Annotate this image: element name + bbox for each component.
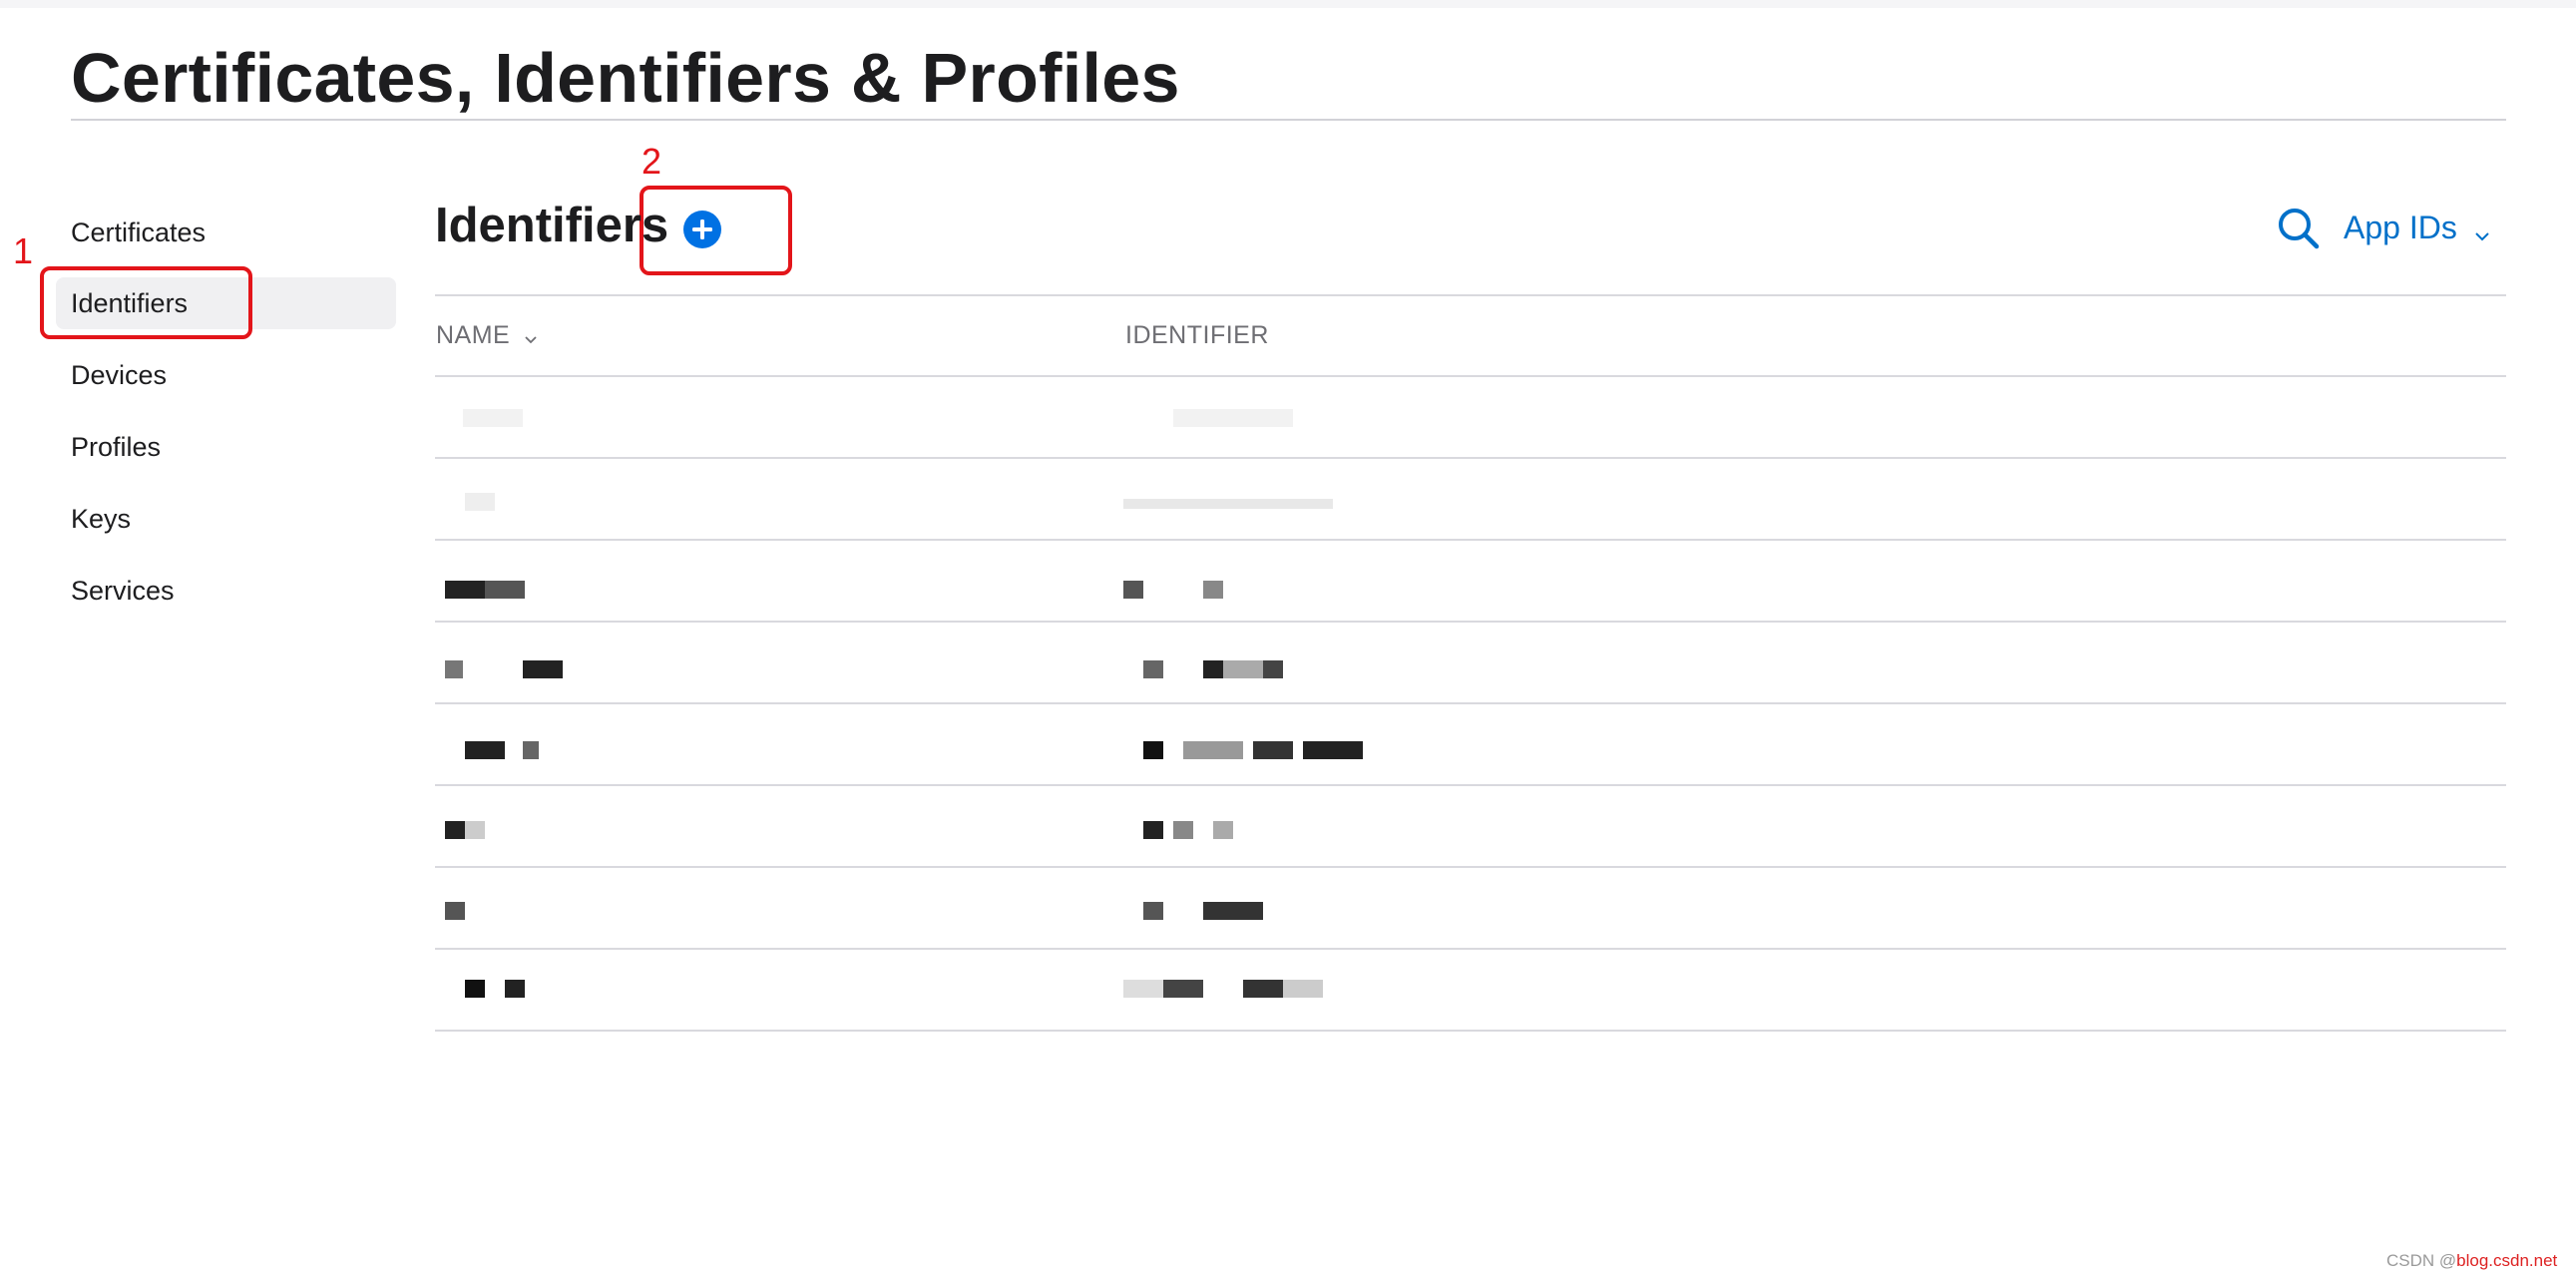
app-ids-filter-dropdown[interactable]: App IDs xyxy=(2344,206,2490,249)
redacted-identifier-cell xyxy=(1123,623,2021,702)
title-divider xyxy=(71,119,2506,121)
redacted-name-cell xyxy=(435,950,1113,1030)
sidebar-item-devices[interactable]: Devices xyxy=(56,349,396,401)
redacted-name-cell xyxy=(435,704,1113,784)
annotation-number-1: 1 xyxy=(13,230,34,271)
sidebar-item-label: Profiles xyxy=(71,432,162,462)
redacted-identifier-cell xyxy=(1123,541,2021,621)
redacted-identifier-cell xyxy=(1123,459,2021,539)
sidebar-item-label: Keys xyxy=(71,504,132,534)
sidebar-item-certificates[interactable]: Certificates xyxy=(56,207,396,258)
column-header-label: IDENTIFIER xyxy=(1125,321,1269,349)
redacted-name-cell xyxy=(435,623,1113,702)
search-icon xyxy=(2279,209,2320,249)
section-title: Identifiers xyxy=(435,199,669,252)
header-divider xyxy=(435,294,2506,296)
redacted-identifier-cell xyxy=(1123,786,2021,866)
sidebar-item-keys[interactable]: Keys xyxy=(56,493,396,545)
plus-icon xyxy=(692,219,712,239)
table-row[interactable] xyxy=(435,704,2506,784)
table-row[interactable] xyxy=(435,950,2506,1030)
redacted-name-cell xyxy=(435,786,1113,866)
sidebar-item-label: Services xyxy=(71,576,175,606)
table-row[interactable] xyxy=(435,377,2506,457)
chevron-down-icon xyxy=(524,322,538,351)
table-row[interactable] xyxy=(435,868,2506,948)
watermark-suffix: blog.csdn.net xyxy=(2456,1251,2558,1270)
column-header-name[interactable]: NAME xyxy=(436,321,538,351)
column-header-label: NAME xyxy=(436,321,511,349)
sidebar-item-services[interactable]: Services xyxy=(56,565,396,617)
sidebar-item-label: Identifiers xyxy=(71,288,189,318)
redacted-identifier-cell xyxy=(1123,377,2021,457)
sidebar-item-identifiers[interactable]: Identifiers xyxy=(56,277,396,329)
watermark-prefix: CSDN @ xyxy=(2386,1251,2457,1270)
redacted-name-cell xyxy=(435,459,1113,539)
redacted-identifier-cell xyxy=(1123,704,2021,784)
table-row[interactable] xyxy=(435,541,2506,621)
watermark: CSDN @blog.csdn.net xyxy=(2386,1251,2557,1271)
annotation-number-2: 2 xyxy=(642,141,662,182)
redacted-name-cell xyxy=(435,541,1113,621)
redacted-name-cell xyxy=(435,868,1113,948)
redacted-name-cell xyxy=(435,377,1113,457)
sidebar-item-label: Devices xyxy=(71,360,168,390)
search-button[interactable] xyxy=(2275,205,2323,252)
sidebar-item-label: Certificates xyxy=(71,217,207,247)
add-identifier-button[interactable] xyxy=(683,211,721,248)
page-title: Certificates, Identifiers & Profiles xyxy=(71,39,1180,117)
top-strip xyxy=(0,0,2576,8)
column-header-identifier: IDENTIFIER xyxy=(1125,321,1269,350)
chevron-down-icon xyxy=(2474,209,2490,252)
table-row[interactable] xyxy=(435,786,2506,866)
sidebar-item-profiles[interactable]: Profiles xyxy=(56,421,396,473)
table-row[interactable] xyxy=(435,623,2506,702)
redacted-identifier-cell xyxy=(1123,868,2021,948)
redacted-identifier-cell xyxy=(1123,950,2021,1030)
filter-label: App IDs xyxy=(2344,210,2457,245)
table-row[interactable] xyxy=(435,459,2506,539)
row-divider xyxy=(435,1030,2506,1032)
